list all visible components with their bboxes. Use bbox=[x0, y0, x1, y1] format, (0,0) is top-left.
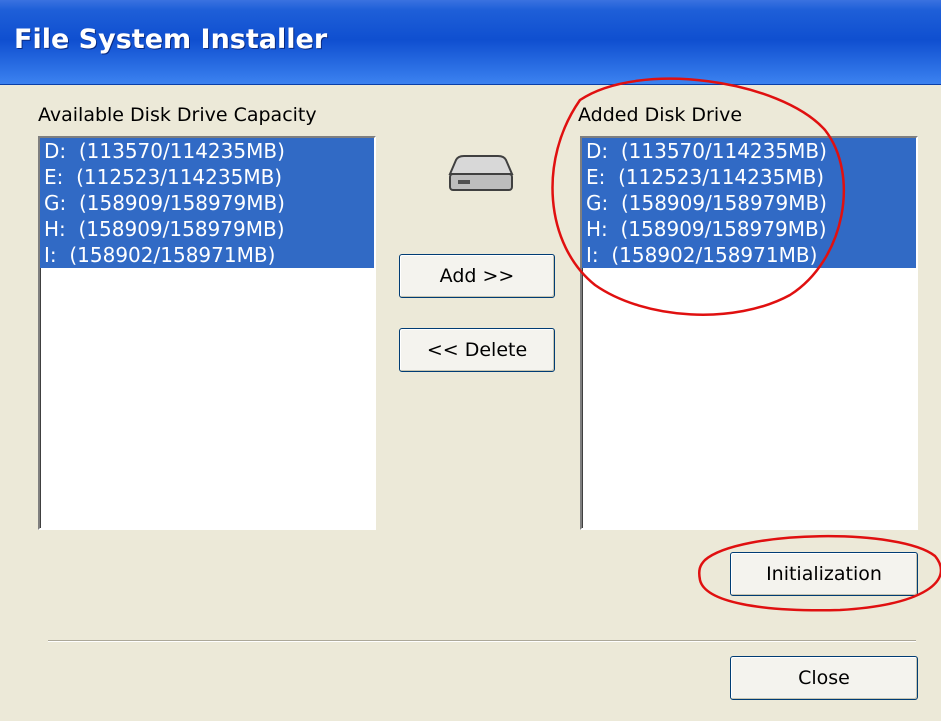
added-list-label: Added Disk Drive bbox=[578, 104, 743, 126]
added-list-item[interactable]: I: (158902/158971MB) bbox=[582, 242, 916, 268]
available-list-item[interactable]: G: (158909/158979MB) bbox=[40, 190, 374, 216]
title-bar[interactable]: File System Installer bbox=[0, 0, 941, 85]
available-list-label: Available Disk Drive Capacity bbox=[38, 104, 317, 126]
added-drives-list[interactable]: D: (113570/114235MB) E: (112523/114235MB… bbox=[580, 136, 918, 530]
available-drives-list[interactable]: D: (113570/114235MB) E: (112523/114235MB… bbox=[38, 136, 376, 530]
available-list-item[interactable]: D: (113570/114235MB) bbox=[40, 138, 374, 164]
add-button[interactable]: Add >> bbox=[399, 254, 555, 298]
added-list-item[interactable]: H: (158909/158979MB) bbox=[582, 216, 916, 242]
close-button[interactable]: Close bbox=[730, 656, 918, 700]
added-list-item[interactable]: E: (112523/114235MB) bbox=[582, 164, 916, 190]
added-list-item[interactable]: G: (158909/158979MB) bbox=[582, 190, 916, 216]
available-list-item[interactable]: I: (158902/158971MB) bbox=[40, 242, 374, 268]
delete-button[interactable]: << Delete bbox=[399, 328, 555, 372]
divider bbox=[48, 640, 916, 642]
initialization-button[interactable]: Initialization bbox=[730, 552, 918, 596]
hard-drive-icon bbox=[448, 155, 514, 191]
added-list-item[interactable]: D: (113570/114235MB) bbox=[582, 138, 916, 164]
available-list-item[interactable]: E: (112523/114235MB) bbox=[40, 164, 374, 190]
window-title: File System Installer bbox=[14, 24, 328, 55]
available-list-item[interactable]: H: (158909/158979MB) bbox=[40, 216, 374, 242]
